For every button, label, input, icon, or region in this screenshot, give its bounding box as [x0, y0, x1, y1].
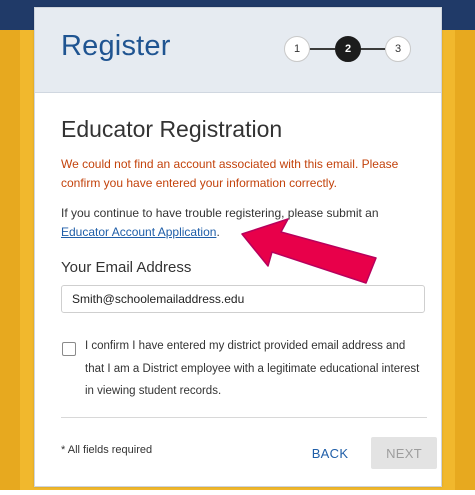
step-indicator: 1 2 3: [284, 36, 411, 62]
email-label: Your Email Address: [61, 259, 192, 276]
help-suffix: .: [216, 225, 220, 239]
card-header: Register 1 2 3: [35, 8, 441, 93]
page-background-edge-right: [455, 30, 475, 490]
annotation-arrow-icon: [241, 218, 377, 284]
back-button[interactable]: BACK: [297, 437, 363, 469]
next-button[interactable]: NEXT: [371, 437, 437, 469]
step-2-active: 2: [335, 36, 361, 62]
confirm-text: I confirm I have entered my district pro…: [85, 340, 420, 397]
required-note: * All fields required: [61, 444, 153, 456]
page-background-edge-left: [0, 30, 20, 490]
divider: [61, 417, 427, 418]
form-heading: Educator Registration: [61, 116, 283, 142]
confirm-checkbox[interactable]: [62, 342, 76, 356]
step-connector: [359, 48, 385, 50]
error-message: We could not find an account associated …: [61, 157, 399, 190]
page-title: Register: [61, 30, 171, 62]
step-1: 1: [284, 36, 310, 62]
registration-card: Register 1 2 3 Educator Registration We …: [34, 7, 442, 487]
step-connector: [309, 48, 335, 50]
educator-application-link[interactable]: Educator Account Application: [61, 225, 216, 239]
email-field[interactable]: [61, 285, 425, 313]
step-3: 3: [385, 36, 411, 62]
